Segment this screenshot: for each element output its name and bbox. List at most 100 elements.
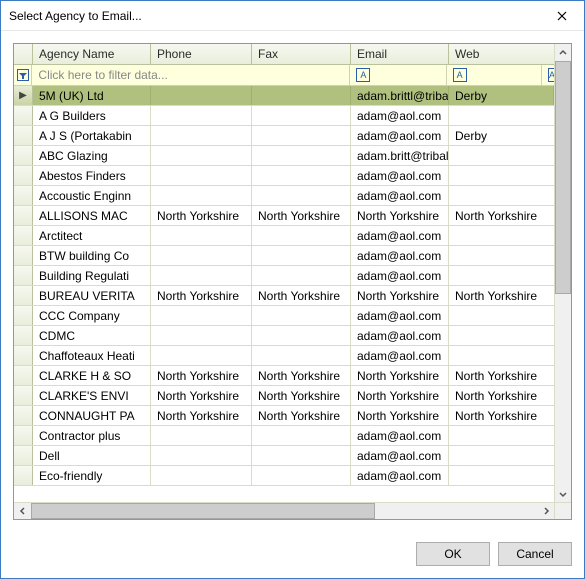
cell-email: adam.britt@tribal (351, 146, 449, 165)
filter-cell-web[interactable]: A (542, 65, 554, 85)
cell-fax (252, 86, 351, 105)
cell-agency-name: Abestos Finders (33, 166, 151, 185)
table-row[interactable]: A J S (Portakabinadam@aol.comDerby (14, 126, 554, 146)
cell-email: adam@aol.com (351, 306, 449, 325)
filter-indicator-icon (17, 69, 29, 81)
cell-fax (252, 306, 351, 325)
cell-phone (151, 466, 252, 485)
table-row[interactable]: BUREAU VERITANorth YorkshireNorth Yorksh… (14, 286, 554, 306)
cancel-button[interactable]: Cancel (498, 542, 572, 566)
cell-web: Derby (449, 86, 554, 105)
vertical-scrollbar[interactable] (554, 44, 571, 502)
cell-agency-name: A J S (Portakabin (33, 126, 151, 145)
horizontal-scrollbar[interactable] (14, 502, 571, 519)
horizontal-scroll-thumb[interactable] (31, 503, 375, 519)
table-row[interactable]: Accoustic Enginnadam@aol.com (14, 186, 554, 206)
filter-placeholder-text: Click here to filter data... (38, 68, 167, 82)
filter-cell-fax[interactable]: A (350, 65, 446, 85)
grid-filter-row[interactable]: Click here to filter data... A A A (14, 65, 554, 86)
close-button[interactable] (539, 1, 584, 30)
text-filter-icon: A (453, 68, 467, 82)
cell-web (449, 326, 554, 345)
scroll-down-button[interactable] (555, 485, 571, 502)
close-icon (557, 11, 567, 21)
cell-fax: North Yorkshire (252, 406, 351, 425)
dialog-window: Select Agency to Email... Agency Name Ph… (0, 0, 585, 579)
table-row[interactable]: Building Regulatiadam@aol.com (14, 266, 554, 286)
cell-phone (151, 106, 252, 125)
row-indicator (14, 446, 33, 465)
row-indicator (14, 126, 33, 145)
cell-email: adam@aol.com (351, 466, 449, 485)
scroll-up-button[interactable] (555, 44, 571, 61)
table-row[interactable]: Arctitectadam@aol.com (14, 226, 554, 246)
ok-button[interactable]: OK (416, 542, 490, 566)
table-row[interactable]: BTW building Coadam@aol.com (14, 246, 554, 266)
scroll-right-button[interactable] (537, 503, 554, 520)
cell-web: North Yorkshire (449, 406, 554, 425)
cell-email: adam@aol.com (351, 226, 449, 245)
cell-email: North Yorkshire (351, 206, 449, 225)
column-header-web[interactable]: Web (449, 44, 554, 64)
cell-agency-name: CLARKE'S ENVI (33, 386, 151, 405)
filter-row-indicator (14, 65, 32, 85)
row-indicator (14, 146, 33, 165)
row-indicator (14, 226, 33, 245)
column-header-phone[interactable]: Phone (151, 44, 252, 64)
scroll-left-button[interactable] (14, 503, 31, 520)
table-row[interactable]: ABC Glazingadam.britt@tribal (14, 146, 554, 166)
cell-phone (151, 86, 252, 105)
cell-web (449, 166, 554, 185)
cell-email: adam@aol.com (351, 126, 449, 145)
column-header-fax[interactable]: Fax (252, 44, 351, 64)
cell-fax (252, 226, 351, 245)
column-header-agency-name[interactable]: Agency Name (33, 44, 151, 64)
table-row[interactable]: CDMCadam@aol.com (14, 326, 554, 346)
cell-phone (151, 446, 252, 465)
cell-fax (252, 426, 351, 445)
cell-agency-name: CONNAUGHT PA (33, 406, 151, 425)
filter-cell-agency-name[interactable]: Click here to filter data... (32, 65, 350, 85)
cell-fax: North Yorkshire (252, 286, 351, 305)
table-row[interactable]: Chaffoteaux Heatiadam@aol.com (14, 346, 554, 366)
cell-email: adam@aol.com (351, 246, 449, 265)
vertical-scroll-track[interactable] (555, 61, 571, 485)
row-indicator (14, 166, 33, 185)
table-row[interactable]: Contractor plusadam@aol.com (14, 426, 554, 446)
grid-body[interactable]: ▶5M (UK) Ltdadam.brittl@tribalDerbyA G B… (14, 86, 554, 502)
cell-phone (151, 426, 252, 445)
table-row[interactable]: Abestos Finders adam@aol.com (14, 166, 554, 186)
text-filter-icon: A (356, 68, 370, 82)
cell-agency-name: CCC Company (33, 306, 151, 325)
cell-web (449, 186, 554, 205)
filter-cell-email[interactable]: A (447, 65, 542, 85)
table-row[interactable]: CONNAUGHT PANorth YorkshireNorth Yorkshi… (14, 406, 554, 426)
table-row[interactable]: A G Buildersadam@aol.com (14, 106, 554, 126)
row-indicator (14, 266, 33, 285)
cell-agency-name: ALLISONS MAC (33, 206, 151, 225)
cell-phone (151, 326, 252, 345)
row-indicator (14, 366, 33, 385)
table-row[interactable]: Delladam@aol.com (14, 446, 554, 466)
cell-email: adam@aol.com (351, 166, 449, 185)
cell-email: North Yorkshire (351, 386, 449, 405)
chevron-down-icon (559, 490, 567, 498)
cell-phone (151, 346, 252, 365)
cell-web (449, 306, 554, 325)
table-row[interactable]: CLARKE H & SONorth YorkshireNorth Yorksh… (14, 366, 554, 386)
cell-web: North Yorkshire (449, 366, 554, 385)
table-row[interactable]: ▶5M (UK) Ltdadam.brittl@tribalDerby (14, 86, 554, 106)
cell-fax (252, 146, 351, 165)
column-header-email[interactable]: Email (351, 44, 449, 64)
cell-fax (252, 466, 351, 485)
cell-email: adam.brittl@tribal (351, 86, 449, 105)
table-row[interactable]: CCC Company adam@aol.com (14, 306, 554, 326)
horizontal-scroll-track[interactable] (31, 503, 537, 519)
cell-fax: North Yorkshire (252, 206, 351, 225)
table-row[interactable]: Eco-friendlyadam@aol.com (14, 466, 554, 486)
vertical-scroll-thumb[interactable] (555, 61, 571, 294)
cell-fax (252, 126, 351, 145)
table-row[interactable]: ALLISONS MAC North YorkshireNorth Yorkshi… (14, 206, 554, 226)
table-row[interactable]: CLARKE'S ENVINorth YorkshireNorth Yorksh… (14, 386, 554, 406)
cell-email: North Yorkshire (351, 406, 449, 425)
